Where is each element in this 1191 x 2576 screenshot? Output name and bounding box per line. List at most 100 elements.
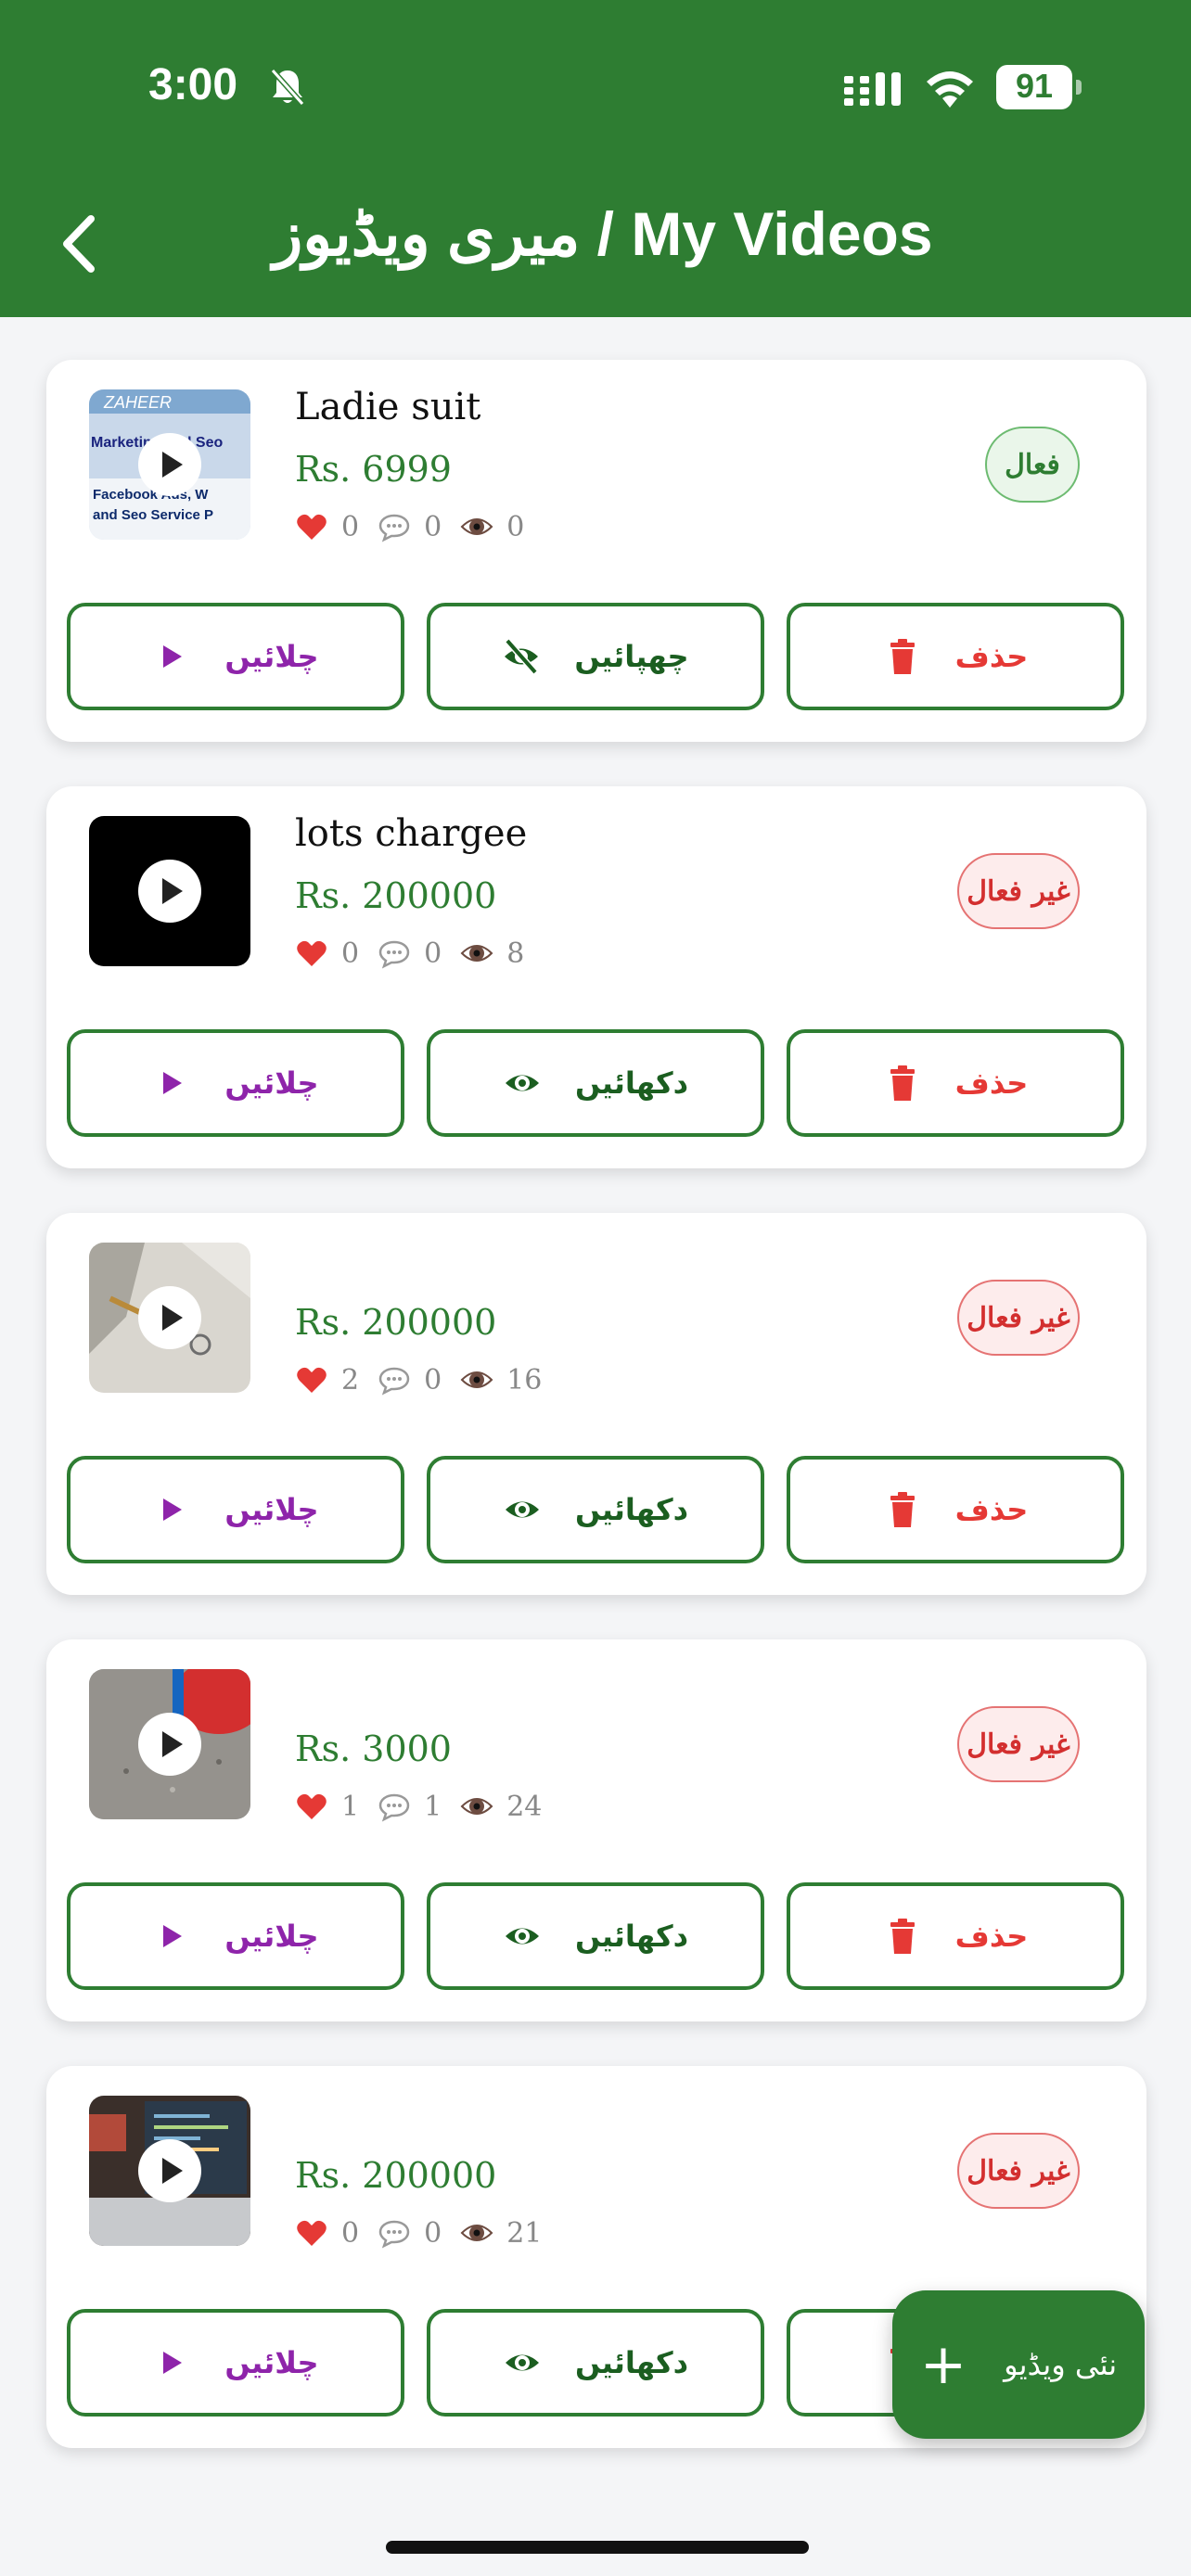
show-button[interactable]: دکھائیں <box>427 1456 764 1563</box>
video-stats: 1 1 24 <box>295 1788 560 1825</box>
show-button[interactable]: دکھائیں <box>427 2309 764 2417</box>
eye-icon <box>460 1798 493 1815</box>
video-stats: 2 0 16 <box>295 1361 560 1398</box>
video-thumbnail[interactable] <box>89 2096 250 2246</box>
heart-icon <box>297 1367 327 1393</box>
delete-button[interactable]: حذف <box>787 1029 1124 1137</box>
views-count: 24 <box>506 1790 543 1823</box>
play-button[interactable]: چلائیں <box>67 1029 404 1137</box>
video-card: Rs. 3000 1 1 24 غیر فعال چلائیں دکھائیں … <box>46 1639 1146 2021</box>
eye-icon <box>460 2225 493 2241</box>
show-button[interactable]: دکھائیں <box>427 1029 764 1137</box>
comment-icon <box>378 940 410 969</box>
play-button-label: چلائیں <box>224 1065 319 1101</box>
show-button-label: دکھائیں <box>574 1492 689 1527</box>
video-title: lots chargee <box>295 812 528 855</box>
status-bar: 3:00 91 <box>0 56 1191 121</box>
bell-slash-icon <box>270 69 305 106</box>
app-bar: 3:00 91 میری ویڈیوز / My Videos <box>0 0 1191 317</box>
trash-icon <box>890 1492 915 1527</box>
trash-icon <box>890 1919 915 1954</box>
comments-count: 0 <box>424 937 442 970</box>
hide-button[interactable]: چھپائیں <box>427 603 764 710</box>
delete-button[interactable]: حذف <box>787 1456 1124 1563</box>
play-icon <box>163 645 183 668</box>
video-price: Rs. 200000 <box>295 875 497 916</box>
play-button[interactable]: چلائیں <box>67 1882 404 1990</box>
comments-count: 0 <box>424 2216 442 2250</box>
video-thumbnail[interactable]: ZAHEER Marketing and Seo Facebook Ads, W… <box>89 389 250 540</box>
comment-icon <box>378 1793 410 1822</box>
delete-button[interactable]: حذف <box>787 1882 1124 1990</box>
video-price: Rs. 6999 <box>295 449 452 490</box>
trash-icon <box>890 639 915 674</box>
heart-icon <box>297 2220 327 2246</box>
delete-button-label: حذف <box>954 1919 1029 1954</box>
comments-count: 1 <box>424 1790 442 1823</box>
comments-count: 0 <box>424 1363 442 1396</box>
eye-icon <box>460 945 493 962</box>
play-button-label: چلائیں <box>224 1919 319 1954</box>
play-button-label: چلائیں <box>224 2345 319 2380</box>
show-button-label: دکھائیں <box>574 1919 689 1954</box>
video-thumbnail[interactable] <box>89 1243 250 1393</box>
comment-icon <box>378 2220 410 2249</box>
likes-count: 0 <box>341 937 360 970</box>
show-button[interactable]: دکھائیں <box>427 1882 764 1990</box>
comment-icon <box>378 514 410 542</box>
video-price: Rs. 200000 <box>295 1302 497 1343</box>
views-count: 0 <box>506 510 525 543</box>
thumb-text-4: and Seo Service P <box>93 507 213 523</box>
views-count: 21 <box>506 2216 543 2250</box>
play-overlay-icon[interactable] <box>138 860 201 923</box>
status-badge: غیر فعال <box>957 853 1080 929</box>
trash-icon <box>890 1065 915 1101</box>
video-thumbnail[interactable] <box>89 816 250 966</box>
eye-icon <box>505 1075 539 1091</box>
video-stats: 0 0 8 <box>295 935 543 972</box>
video-title: Ladie suit <box>295 386 481 428</box>
video-stats: 0 0 21 <box>295 2214 560 2251</box>
play-overlay-icon[interactable] <box>138 2139 201 2202</box>
video-price: Rs. 200000 <box>295 2155 497 2196</box>
video-thumbnail[interactable] <box>89 1669 250 1819</box>
heart-icon <box>297 940 327 966</box>
status-badge: غیر فعال <box>957 1706 1080 1782</box>
play-icon <box>163 1072 183 1094</box>
comments-count: 0 <box>424 510 442 543</box>
eye-icon <box>505 1501 539 1518</box>
play-overlay-icon[interactable] <box>138 1713 201 1776</box>
video-card: Rs. 200000 2 0 16 غیر فعال چلائیں دکھائی… <box>46 1213 1146 1595</box>
play-overlay-icon[interactable] <box>138 1286 201 1349</box>
video-card: lots chargee Rs. 200000 0 0 8 غیر فعال چ… <box>46 786 1146 1168</box>
status-badge: غیر فعال <box>957 1280 1080 1356</box>
play-button[interactable]: چلائیں <box>67 1456 404 1563</box>
likes-count: 0 <box>341 510 360 543</box>
status-badge: غیر فعال <box>957 2133 1080 2209</box>
play-icon <box>163 2352 183 2374</box>
home-indicator[interactable] <box>386 2541 809 2554</box>
page-title: میری ویڈیوز / My Videos <box>273 199 933 268</box>
video-stats: 0 0 0 <box>295 508 543 545</box>
show-button-label: دکھائیں <box>574 2345 689 2380</box>
heart-icon <box>297 1793 327 1819</box>
delete-button[interactable]: حذف <box>787 603 1124 710</box>
likes-count: 1 <box>341 1790 360 1823</box>
delete-button-label: حذف <box>954 1492 1029 1527</box>
thumb-text-1: ZAHEER <box>103 393 172 412</box>
eye-icon <box>460 518 493 535</box>
play-button[interactable]: چلائیں <box>67 603 404 710</box>
status-time: 3:00 <box>148 60 238 109</box>
play-icon <box>163 1498 183 1521</box>
heart-icon <box>297 514 327 540</box>
play-overlay-icon[interactable] <box>138 433 201 496</box>
new-video-fab[interactable]: + نئی ویڈیو <box>892 2290 1145 2439</box>
likes-count: 0 <box>341 2216 360 2250</box>
play-button[interactable]: چلائیں <box>67 2309 404 2417</box>
show-button-label: دکھائیں <box>574 1065 689 1101</box>
battery-level: 91 <box>1015 67 1054 105</box>
back-chevron-icon[interactable] <box>56 211 102 276</box>
eye-icon <box>460 1371 493 1388</box>
video-price: Rs. 3000 <box>295 1728 452 1769</box>
signal-icon <box>844 72 901 106</box>
